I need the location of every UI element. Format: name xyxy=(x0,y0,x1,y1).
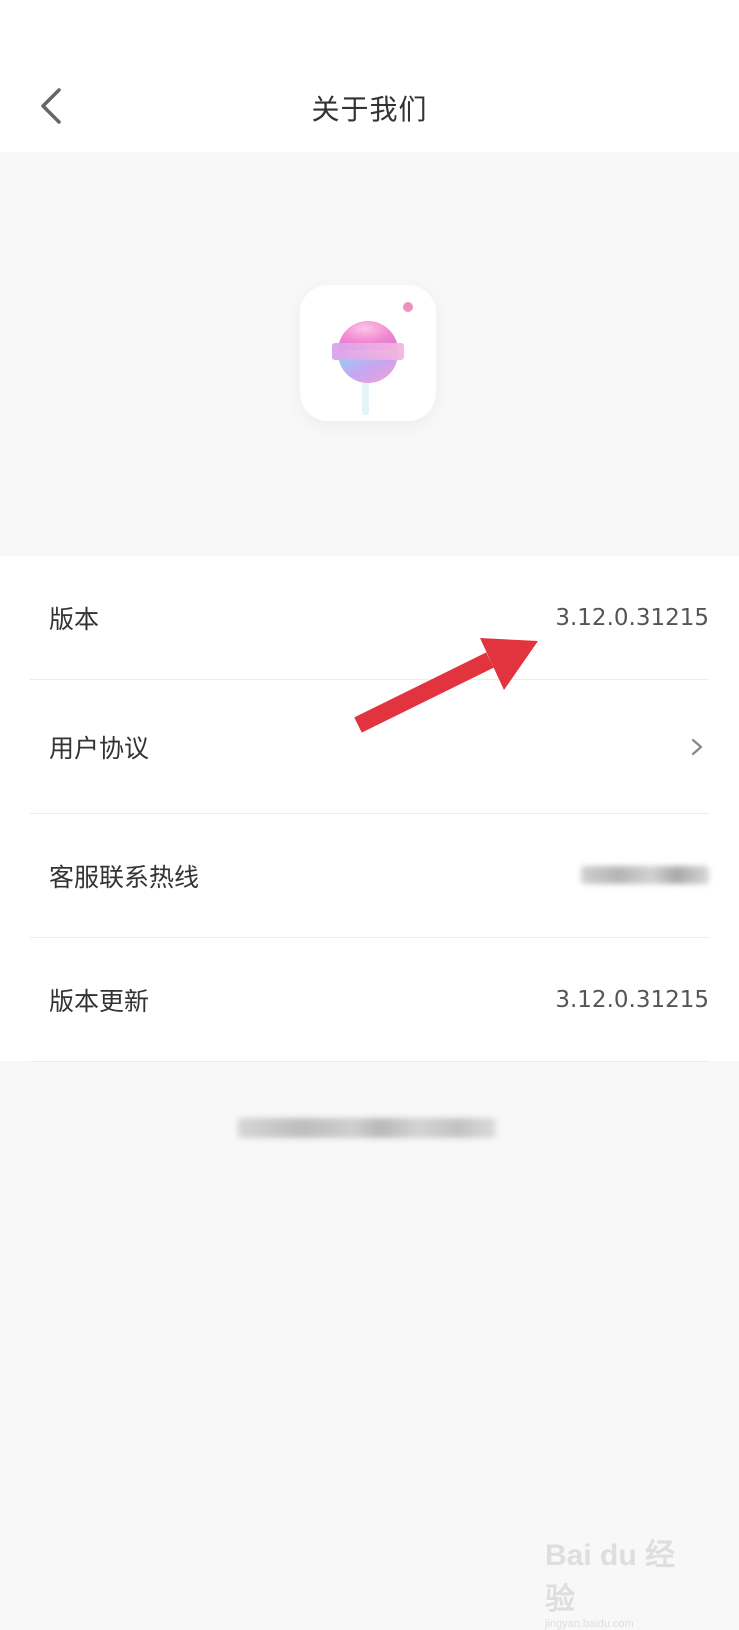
hotline-value-redacted xyxy=(581,866,709,884)
baidu-jingyan-watermark: Bai du 经验 jingyan.baidu.com xyxy=(545,1530,695,1630)
version-row: 版本 3.12.0.31215 xyxy=(0,556,739,680)
watermark-logo: Bai du 经验 xyxy=(545,1539,676,1616)
user-agreement-row[interactable]: 用户协议 xyxy=(0,680,739,814)
customer-hotline-label: 客服联系热线 xyxy=(49,863,200,892)
status-bar xyxy=(0,0,739,60)
version-label: 版本 xyxy=(49,605,100,634)
customer-hotline-row[interactable]: 客服联系热线 xyxy=(0,814,739,938)
page-title: 关于我们 xyxy=(311,93,428,126)
user-agreement-label: 用户协议 xyxy=(49,734,150,763)
app-logo xyxy=(300,285,436,421)
watermark-url: jingyan.baidu.com xyxy=(545,1618,634,1630)
version-update-value: 3.12.0.31215 xyxy=(555,987,709,1013)
version-update-label: 版本更新 xyxy=(49,987,150,1016)
top-nav-bar: 关于我们 xyxy=(0,60,739,152)
version-update-row[interactable]: 版本更新 3.12.0.31215 xyxy=(0,938,739,1062)
version-value: 3.12.0.31215 xyxy=(555,605,709,631)
divider xyxy=(30,1061,709,1062)
about-list: 版本 3.12.0.31215 用户协议 客服联系热线 版本更新 3.12.0.… xyxy=(0,556,739,1062)
app-logo-area xyxy=(0,152,739,556)
lollipop-logo-icon xyxy=(332,302,413,415)
footer-text-redacted xyxy=(238,1118,496,1138)
chevron-right-icon xyxy=(691,738,703,756)
